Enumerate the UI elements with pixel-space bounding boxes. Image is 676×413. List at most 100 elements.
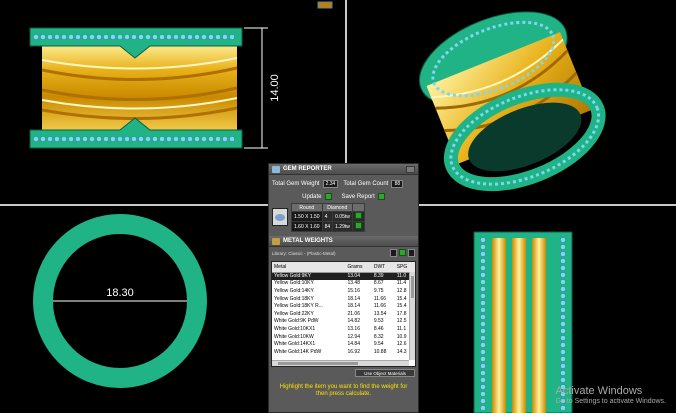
gem-dot <box>480 286 486 292</box>
gem-dot <box>229 136 235 142</box>
watermark-title: Activate Windows <box>555 385 643 397</box>
gem-dot <box>33 136 39 142</box>
gem-dot <box>96 136 102 142</box>
metal-cell-grams: 16.92 <box>347 348 360 355</box>
panel-close-icon[interactable] <box>406 165 415 173</box>
metal-row[interactable]: White Gold:10KX1 13.16 8.46 11.1 <box>272 325 415 333</box>
viewport-top[interactable]: 18.30 <box>0 206 268 413</box>
gem-dot <box>215 136 221 142</box>
library-settings-icon[interactable] <box>408 249 415 257</box>
gem-dot <box>480 279 486 285</box>
gem-row-top <box>33 34 235 40</box>
metal-cell-grams: 14.84 <box>347 341 360 348</box>
metal-row[interactable]: Yellow Gold:18KY 18.14 11.66 15.4 <box>272 295 415 303</box>
gem-dot <box>166 136 172 142</box>
gem-dot <box>124 136 130 142</box>
gem-dot <box>68 34 74 40</box>
gem-dot <box>96 34 102 40</box>
gem-dot <box>138 34 144 40</box>
metal-cell-dwt: 8.39 <box>371 272 395 280</box>
gem-select-button[interactable] <box>354 212 362 219</box>
metal-cell-grams: 13.16 <box>347 325 360 332</box>
gem-dot <box>560 272 566 278</box>
gem-dot <box>560 244 566 250</box>
update-button[interactable] <box>324 193 332 200</box>
metal-row[interactable]: Yellow Gold:22KY 21.06 13.54 17.8 <box>272 310 415 318</box>
total-weight-label: Total Gem Weight <box>272 180 320 187</box>
metal-row[interactable]: Yellow Gold:18KY R... 18.14 11.66 15.4 <box>272 302 415 310</box>
gem-row-bottom <box>33 136 235 142</box>
gem-dot <box>480 237 486 243</box>
metal-cell-metal: White Gold:14KX1 <box>274 341 316 348</box>
col-grams[interactable]: Grams <box>345 262 372 273</box>
gem-dot <box>82 136 88 142</box>
gem-dot <box>159 34 165 40</box>
gem-dot <box>560 356 566 362</box>
gem-dot <box>480 405 486 411</box>
gem-dot <box>61 136 67 142</box>
total-count-field: 88 <box>391 179 404 188</box>
library-label: Library: Classic - (Plastic-Metal) <box>272 250 336 256</box>
metal-cell-dwt: 11.66 <box>373 303 386 310</box>
metal-row[interactable]: Yellow Gold:10KY 13.48 8.67 11.4 <box>272 280 415 288</box>
gem-thumbnail[interactable] <box>272 208 288 226</box>
metal-row[interactable]: Yellow Gold:14KY 15.16 9.75 12.8 <box>272 287 415 295</box>
metal-cell-grams: 18.14 <box>347 303 360 310</box>
viewport-side[interactable] <box>420 206 676 413</box>
view-cube-icon[interactable] <box>317 1 333 9</box>
gem-dot <box>166 34 172 40</box>
gem-dot <box>152 34 158 40</box>
gem-dot <box>117 136 123 142</box>
gem-reporter-panel: GEM REPORTER Total Gem Weight 2.34 Total… <box>268 163 419 413</box>
metal-cell-dwt: 8.46 <box>373 325 384 332</box>
gem-dot <box>110 136 116 142</box>
gem-dot <box>480 328 486 334</box>
metal-row[interactable]: White Gold:14KX1 14.84 9.54 12.6 <box>272 340 415 348</box>
metal-cell-metal: White Gold:10KW <box>274 333 314 340</box>
metal-cell-grams: 13.04 <box>345 272 372 280</box>
col-dwt[interactable]: DWT <box>371 262 395 273</box>
gem-dot <box>89 34 95 40</box>
col-metal[interactable]: Metal <box>272 262 346 273</box>
vertical-scrollbar[interactable] <box>409 272 415 360</box>
total-count-label: Total Gem Count <box>343 180 389 187</box>
gem-dot <box>194 136 200 142</box>
gem-dot <box>480 321 486 327</box>
metal-cell-metal: White Gold:10KX1 <box>274 325 316 332</box>
gem-dot <box>138 136 144 142</box>
metal-row[interactable]: White Gold:14K PdW 16.92 10.88 14.3 <box>272 348 415 356</box>
gem-dot <box>560 328 566 334</box>
gem-dot <box>480 307 486 313</box>
metal-cell-dwt: 9.75 <box>373 287 384 294</box>
metal-row[interactable]: White Gold:10KW 12.94 8.32 10.9 <box>272 333 415 341</box>
gem-row[interactable]: 1.50 X 1.50 4 0.05tw <box>291 211 365 222</box>
metal-row[interactable]: Yellow Gold:9KY 13.04 8.39 11.0 <box>272 272 415 280</box>
gem-dot <box>152 136 158 142</box>
horizontal-scrollbar[interactable] <box>272 360 409 366</box>
metal-weights-table-container[interactable]: Metal Grams DWT SPG Yellow Gold:9KY 13.04… <box>271 261 416 367</box>
metal-cell-dwt: 8.32 <box>373 333 384 340</box>
gem-dot <box>480 293 486 299</box>
activate-windows-watermark: Activate Windows Go to Settings to activ… <box>556 385 667 405</box>
metal-cell-dwt: 9.53 <box>373 318 384 325</box>
object-materials-dropdown[interactable]: Use Object Materials <box>355 369 415 377</box>
gem-dot <box>194 34 200 40</box>
col-spg[interactable]: SPG <box>394 262 415 273</box>
ring-side-view <box>473 231 573 413</box>
gem-dot <box>560 321 566 327</box>
gem-dot <box>480 349 486 355</box>
gem-dot <box>480 251 486 257</box>
gem-dot <box>40 136 46 142</box>
gem-dot <box>480 363 486 369</box>
gem-dot <box>560 237 566 243</box>
gem-dot <box>560 335 566 341</box>
library-toggle-icon[interactable] <box>390 249 397 257</box>
gem-dot <box>222 136 228 142</box>
metal-hint-text: Highlight the item you want to find the … <box>279 384 408 397</box>
calculate-button[interactable] <box>399 249 406 256</box>
save-report-button[interactable] <box>377 193 385 200</box>
gem-select-button[interactable] <box>354 222 362 229</box>
gem-row[interactable]: 1.60 X 1.60 84 1.29tw <box>291 221 365 232</box>
metal-row[interactable]: White Gold:9K PdW 14.82 9.53 12.5 <box>272 318 415 326</box>
gem-dot <box>117 34 123 40</box>
